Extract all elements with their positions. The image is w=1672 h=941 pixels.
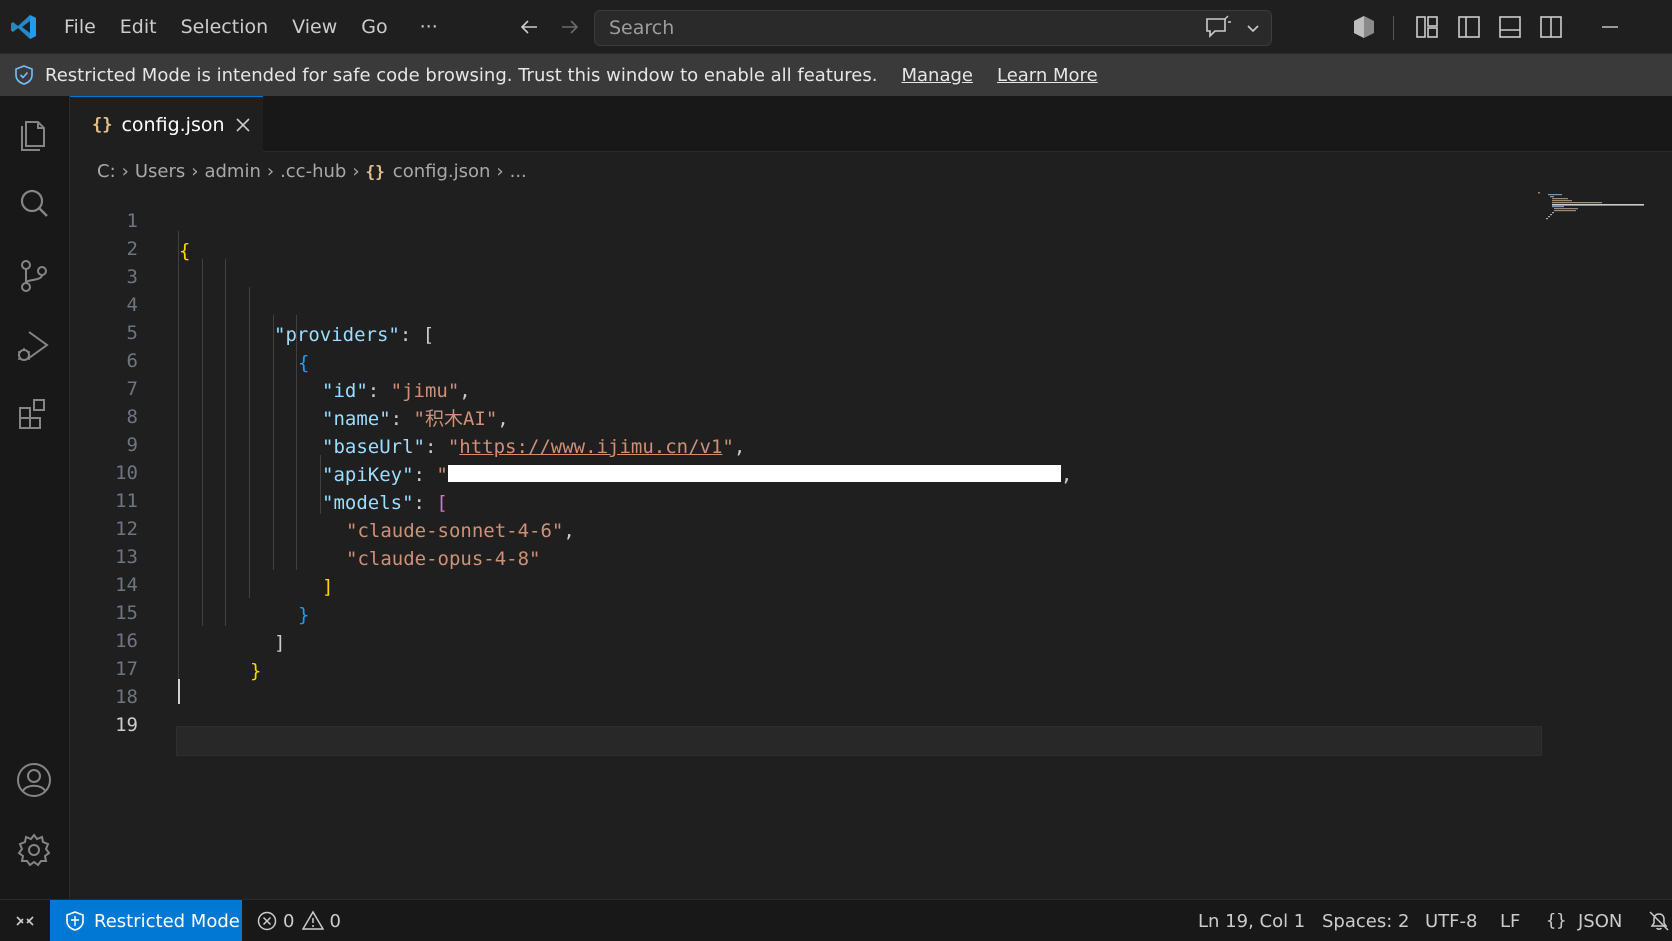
- language-mode[interactable]: JSON: [1578, 900, 1622, 941]
- code-line: 19: [115, 714, 138, 736]
- menu-more-button[interactable]: ···: [400, 0, 450, 54]
- accounts-icon[interactable]: [14, 760, 54, 800]
- menu-go[interactable]: Go: [349, 0, 399, 54]
- code-line: 8 "baseUrl": "https://www.ijimu.cn/v1",: [126, 406, 746, 458]
- cursor-position[interactable]: Ln 19, Col 1: [1198, 900, 1305, 941]
- code-line: 12 "claude-opus-4-8": [115, 518, 541, 570]
- back-arrow-icon[interactable]: [517, 15, 541, 39]
- menu-view[interactable]: View: [280, 0, 349, 54]
- code-line: 5 {: [126, 322, 310, 374]
- code-line: 7 "name": "积木AI",: [126, 378, 509, 430]
- settings-gear-icon[interactable]: [14, 830, 54, 870]
- toggle-primary-sidebar-icon[interactable]: [1455, 13, 1483, 41]
- toolbar-divider: [1393, 16, 1394, 40]
- shield-icon: [66, 911, 84, 931]
- forward-arrow-icon[interactable]: [558, 15, 582, 39]
- current-line-highlight: [176, 726, 1542, 756]
- code-line: 18: [115, 686, 138, 708]
- tab-label: config.json: [121, 113, 225, 136]
- restricted-mode-label: Restricted Mode: [94, 910, 240, 932]
- title-bar: File Edit Selection View Go ···: [0, 0, 1672, 54]
- learn-more-link[interactable]: Learn More: [997, 65, 1098, 86]
- status-bar: Restricted Mode 0 0 Ln 19, Col 1 Spaces:…: [0, 899, 1672, 941]
- close-icon[interactable]: [233, 115, 253, 135]
- code-line: 13 ]: [115, 546, 334, 598]
- text-cursor: [178, 679, 180, 704]
- command-center-search[interactable]: [594, 10, 1272, 46]
- end-of-line-setting[interactable]: LF: [1500, 900, 1520, 941]
- code-line: 4 "providers": [: [126, 294, 435, 346]
- braces-icon: {}: [1546, 911, 1567, 931]
- vscode-logo-icon: [11, 15, 36, 39]
- menu-file[interactable]: File: [52, 0, 108, 54]
- error-count: 0: [283, 910, 295, 932]
- minimap[interactable]: [1538, 192, 1646, 242]
- warning-icon: [302, 910, 325, 930]
- chevron-down-icon[interactable]: [1243, 17, 1263, 39]
- code-line: 17: [115, 658, 138, 680]
- search-icon[interactable]: [14, 184, 54, 224]
- code-line: 11 "claude-sonnet-4-6",: [115, 490, 575, 542]
- banner-message: Restricted Mode is intended for safe cod…: [45, 64, 878, 86]
- notifications-icon[interactable]: [1648, 910, 1670, 932]
- warning-count: 0: [329, 910, 341, 932]
- code-line: 14 }: [115, 574, 310, 626]
- json-file-icon: {}: [92, 114, 113, 135]
- indentation-setting[interactable]: Spaces: 2: [1322, 900, 1409, 941]
- restricted-mode-status[interactable]: Restricted Mode: [50, 900, 242, 941]
- code-editor[interactable]: 1 { 2 3 4 "providers": [ 5 { 6 "id": "ji…: [70, 186, 1672, 899]
- encoding-setting[interactable]: UTF-8: [1425, 900, 1477, 941]
- remote-indicator[interactable]: [0, 900, 50, 941]
- code-line: 6 "id": "jimu",: [126, 350, 471, 402]
- code-line: 1 {: [126, 210, 191, 262]
- extensions-icon[interactable]: [14, 394, 54, 434]
- code-line: 2: [126, 238, 138, 260]
- remote-icon: [16, 916, 34, 926]
- run-and-debug-icon[interactable]: [14, 326, 54, 366]
- code-line: 3: [126, 266, 138, 288]
- source-control-icon[interactable]: [14, 256, 54, 296]
- manage-link[interactable]: Manage: [901, 65, 973, 86]
- shield-icon: [15, 65, 33, 85]
- restricted-mode-banner: Restricted Mode is intended for safe cod…: [0, 54, 1672, 96]
- minimize-icon[interactable]: [1596, 13, 1624, 41]
- toggle-panel-icon[interactable]: [1496, 13, 1524, 41]
- search-input[interactable]: [609, 11, 1169, 45]
- customize-layout-icon[interactable]: [1413, 13, 1441, 41]
- code-line: 10 "models": [: [115, 462, 448, 514]
- code-line: 9 "apiKey": ",: [126, 434, 1073, 486]
- menu-edit[interactable]: Edit: [108, 0, 169, 54]
- toggle-secondary-sidebar-icon[interactable]: [1537, 13, 1565, 41]
- copilot-icon[interactable]: [1350, 13, 1378, 41]
- menu-selection[interactable]: Selection: [169, 0, 281, 54]
- error-icon: [257, 911, 277, 931]
- explorer-icon[interactable]: [14, 114, 54, 154]
- tab-config-json[interactable]: {} config.json: [70, 96, 263, 152]
- code-line: 15 ]: [115, 602, 286, 654]
- activity-bar: [0, 96, 70, 899]
- menu-bar: File Edit Selection View Go ···: [52, 0, 450, 54]
- problems-indicator[interactable]: 0 0: [256, 900, 341, 941]
- editor-tabs: {} config.json: [70, 96, 1672, 152]
- code-line: 16 }: [115, 630, 262, 682]
- chat-icon[interactable]: [1203, 15, 1233, 41]
